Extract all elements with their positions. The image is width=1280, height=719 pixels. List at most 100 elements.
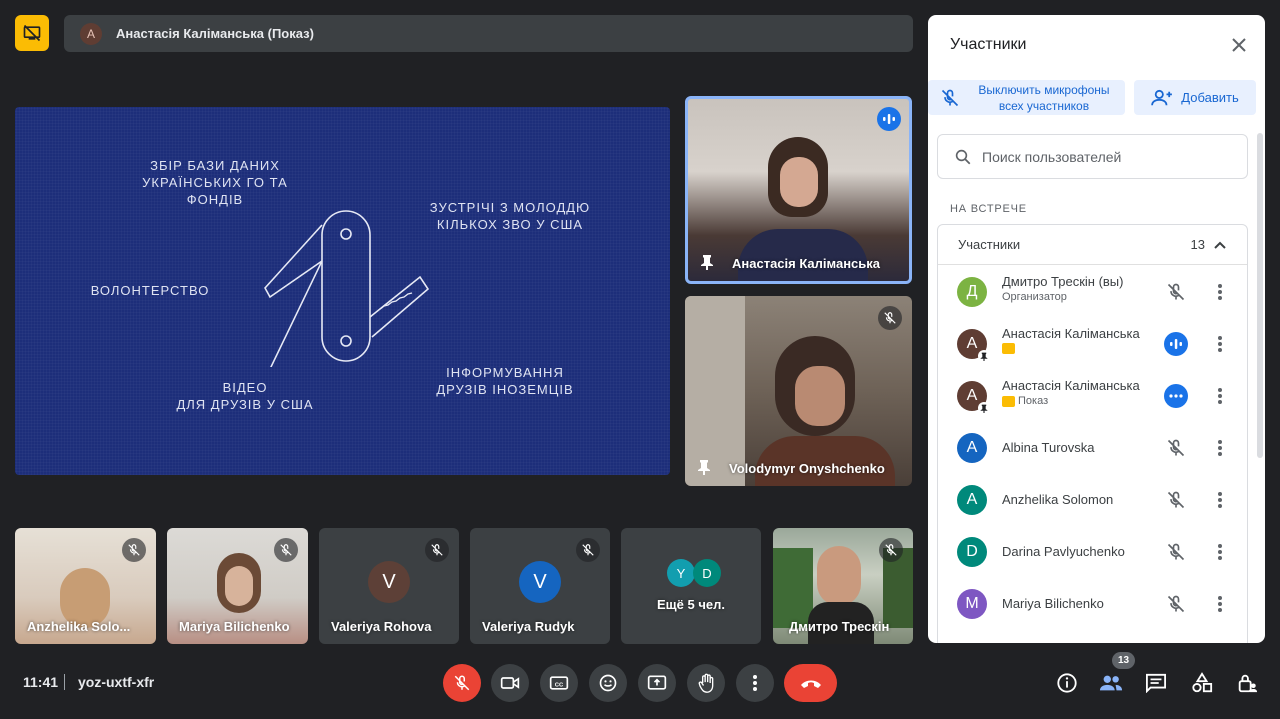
raise-hand-button[interactable] <box>687 664 725 702</box>
mic-off-icon <box>941 89 959 106</box>
mic-off-icon <box>454 675 470 691</box>
participant-video <box>817 546 861 606</box>
meeting-info-button[interactable] <box>1053 669 1081 697</box>
mic-off-icon[interactable] <box>1164 540 1188 564</box>
pin-icon[interactable] <box>700 254 714 270</box>
search-input[interactable] <box>982 148 1232 165</box>
more-options-icon[interactable] <box>1212 436 1228 460</box>
mic-toggle-button[interactable] <box>443 664 481 702</box>
participant-row[interactable]: D Darina Pavlyuchenko <box>938 526 1249 578</box>
video-tile-participant[interactable]: Volodymyr Onyshchenko <box>685 296 912 486</box>
speaking-indicator-icon <box>877 107 901 131</box>
participant-name: Valeriya Rohova <box>331 619 432 634</box>
chevron-up-icon[interactable] <box>1213 240 1227 250</box>
participant-row[interactable]: M Mariya Bilichenko <box>938 578 1249 630</box>
participant-avatar: M <box>957 589 987 619</box>
scrollbar[interactable] <box>1257 133 1263 458</box>
panel-title: Участники <box>950 36 1027 53</box>
mic-off-icon[interactable] <box>1164 488 1188 512</box>
camera-icon <box>500 677 520 689</box>
mic-off-icon <box>274 538 298 562</box>
participant-avatar: A <box>957 433 987 463</box>
participant-row[interactable]: А Анастасія Каліманська <box>938 318 1249 370</box>
participant-name: Valeriya Rudyk <box>482 619 575 634</box>
reactions-button[interactable] <box>589 664 627 702</box>
presenter-banner[interactable]: А Анастасія Каліманська (Показ) <box>64 15 913 52</box>
activities-button[interactable] <box>1188 669 1216 697</box>
speaking-indicator-icon <box>1164 332 1188 356</box>
info-icon <box>1057 673 1077 693</box>
participants-panel: Участники Выключить микрофоны всех участ… <box>928 15 1265 643</box>
leave-call-button[interactable] <box>784 664 837 702</box>
participant-name: Дмитро Трескін (вы) <box>1002 274 1124 289</box>
participant-avatar: Y <box>667 559 695 587</box>
chat-icon <box>1146 673 1166 693</box>
more-options-button[interactable] <box>736 664 774 702</box>
more-options-icon[interactable] <box>1212 488 1228 512</box>
section-label: НА ВСТРЕЧЕ <box>950 203 1027 215</box>
presenter-title: Анастасія Каліманська (Показ) <box>116 26 314 41</box>
chat-button[interactable] <box>1142 669 1170 697</box>
captions-button[interactable]: CC <box>540 664 578 702</box>
participant-avatar: V <box>519 561 561 603</box>
participant-name: Mariya Bilichenko <box>179 619 290 634</box>
slide-label: ВОЛОНТЕРСТВО <box>90 283 210 298</box>
participant-name: Darina Pavlyuchenko <box>1002 544 1125 559</box>
add-people-button[interactable]: Добавить <box>1134 80 1256 115</box>
divider <box>64 674 65 690</box>
video-tile-participant[interactable]: Anzhelika Solo... <box>15 528 156 644</box>
participant-row[interactable]: А Анастасія Каліманська Показ <box>938 370 1249 422</box>
video-tile-participant[interactable]: V Valeriya Rudyk <box>470 528 610 644</box>
more-vert-icon <box>753 675 757 691</box>
presenting-icon <box>1002 395 1015 407</box>
slide-label: ЗБІР БАЗИ ДАНИХ УКРАЇНСЬКИХ ГО ТА ФОНДІВ <box>142 158 288 207</box>
more-options-icon[interactable] <box>1212 280 1228 304</box>
people-button[interactable] <box>1097 669 1125 697</box>
mic-off-icon <box>122 538 146 562</box>
camera-toggle-button[interactable] <box>491 664 529 702</box>
search-field[interactable] <box>937 134 1248 179</box>
participant-name: Анастасія Каліманська <box>732 256 881 271</box>
more-options-icon[interactable] <box>1212 384 1228 408</box>
participant-name: Anzhelika Solo... <box>27 619 131 634</box>
more-options-icon[interactable] <box>1212 332 1228 356</box>
mute-all-label: Выключить микрофоны всех участников <box>978 82 1110 113</box>
participant-name: Анастасія Каліманська <box>1002 326 1140 341</box>
clock: 11:41 <box>23 674 59 690</box>
participant-row[interactable]: A Albina Turovska <box>938 422 1249 474</box>
participant-name: Дмитро Трескін <box>789 619 890 634</box>
mic-off-icon <box>878 306 902 330</box>
mic-off-icon[interactable] <box>1164 280 1188 304</box>
close-icon[interactable] <box>1229 35 1249 55</box>
video-tile-participant[interactable]: Mariya Bilichenko <box>167 528 308 644</box>
slide-label: ВІДЕО ДЛЯ ДРУЗІВ У США <box>176 380 314 412</box>
participant-name: Albina Turovska <box>1002 440 1095 455</box>
more-options-icon[interactable] <box>1212 540 1228 564</box>
participant-avatar: A <box>957 485 987 515</box>
pin-icon <box>978 350 990 362</box>
presenting-icon <box>1002 343 1015 354</box>
more-options-icon[interactable] <box>1212 592 1228 616</box>
mic-off-icon[interactable] <box>1164 436 1188 460</box>
mic-off-icon[interactable] <box>1164 592 1188 616</box>
add-person-icon <box>1151 89 1173 105</box>
slide-label: ЗУСТРІЧІ З МОЛОДДЮ КІЛЬКОХ ЗВО У США <box>429 200 591 232</box>
participant-row[interactable]: A Anzhelika Solomon <box>938 474 1249 526</box>
add-label: Добавить <box>1181 90 1239 105</box>
more-participants-tile[interactable]: Y D Ещё 5 чел. <box>621 528 761 644</box>
meeting-code: yoz-uxtf-xfr <box>78 674 155 690</box>
host-controls-button[interactable] <box>1233 669 1261 697</box>
video-tile-participant[interactable]: V Valeriya Rohova <box>319 528 459 644</box>
present-screen-button[interactable] <box>638 664 676 702</box>
participant-name: Анастасія Каліманська <box>1002 378 1140 393</box>
people-icon <box>1099 675 1123 691</box>
group-header[interactable]: Участники 13 <box>938 225 1247 265</box>
presentation-indicator-icon[interactable] <box>15 15 49 51</box>
background-wall <box>685 296 745 486</box>
mute-all-button[interactable]: Выключить микрофоны всех участников <box>928 80 1125 115</box>
pin-icon[interactable] <box>697 459 711 475</box>
participant-row[interactable]: Д Дмитро Трескін (вы) Организатор <box>938 266 1249 318</box>
video-tile-speaker[interactable]: Анастасія Каліманська <box>685 96 912 284</box>
presentation-options-icon[interactable] <box>1164 384 1188 408</box>
video-tile-self[interactable]: Дмитро Трескін <box>773 528 913 644</box>
